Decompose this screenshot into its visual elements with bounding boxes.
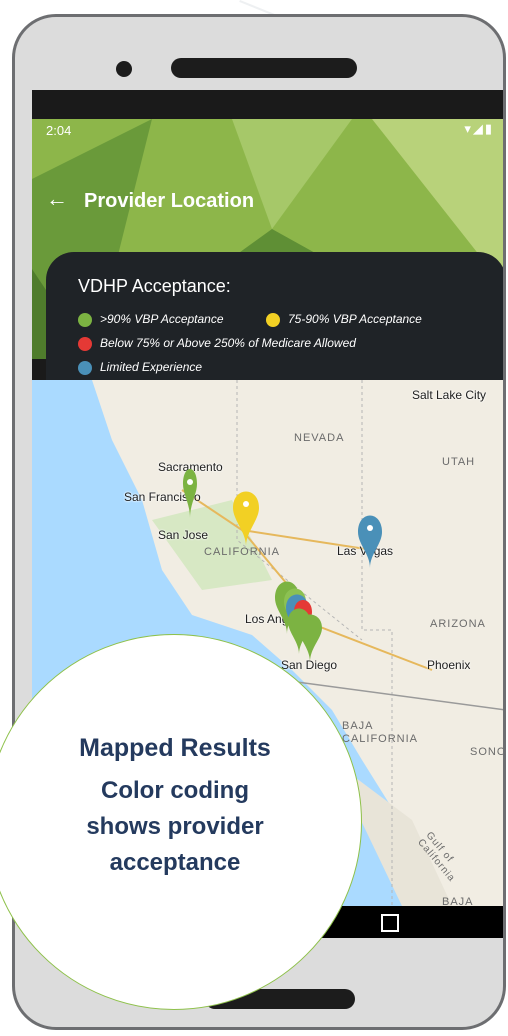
back-arrow-icon[interactable]: ← [46,186,68,212]
callout-line: shows provider [86,813,264,840]
red-dot-icon [78,336,92,351]
legend-item-label: >90% VBP Acceptance [100,312,224,326]
speaker-icon [171,58,357,78]
legend-item-limited: Limited Experience [78,360,202,375]
legend-title: VDHP Acceptance: [78,276,231,296]
callout-text: Mapped Results Color coding shows provid… [0,734,350,881]
legend-item-below-75: Below 75% or Above 250% of Medicare Allo… [78,336,356,351]
recents-square-icon[interactable] [381,914,399,932]
page-title: Provider Location [84,190,255,212]
legend-panel: VDHP Acceptance: >90% VBP Acceptance 75-… [46,252,503,380]
status-time: 2:04 [46,123,72,138]
map-marker-yellow[interactable] [233,491,259,547]
map-marker-green[interactable] [183,469,197,518]
legend-item-label: Below 75% or Above 250% of Medicare Allo… [100,336,356,350]
yellow-dot-icon [266,312,280,327]
legend-item-over-90: >90% VBP Acceptance [78,312,224,327]
callout-line: acceptance [109,849,241,876]
toolbar: ← Provider Location [32,174,503,230]
map-marker-blue[interactable] [358,515,382,569]
map-marker-cluster[interactable] [275,581,322,663]
camera-icon [116,61,132,77]
status-bar: 2:04 ▾◢▮ [32,119,503,145]
callout-heading: Mapped Results [79,734,271,762]
green-dot-icon [78,312,92,327]
status-icons: ▾◢▮ [464,121,494,136]
callout-line: Color coding [101,777,249,804]
legend-item-label: 75-90% VBP Acceptance [288,312,422,326]
legend-item-label: Limited Experience [100,360,203,374]
blue-dot-icon [78,360,92,375]
legend-item-75-90: 75-90% VBP Acceptance [266,312,422,327]
